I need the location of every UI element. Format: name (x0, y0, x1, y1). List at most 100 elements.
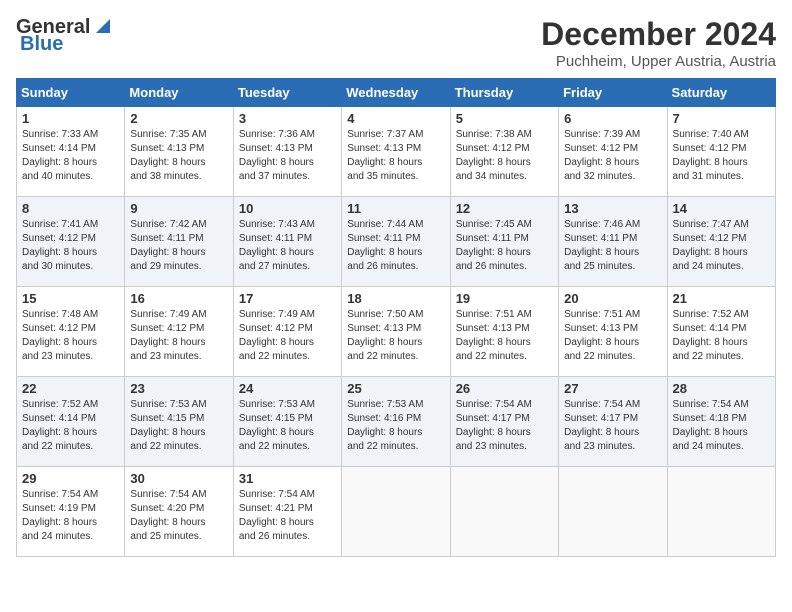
day-number: 26 (456, 381, 553, 396)
daylight-label: Daylight: 8 hours (22, 247, 97, 258)
day-number: 8 (22, 201, 119, 216)
day-cell: 29 Sunrise: 7:54 AM Sunset: 4:19 PM Dayl… (17, 467, 125, 557)
day-number: 22 (22, 381, 119, 396)
day-number: 31 (239, 471, 336, 486)
daylight-label: Daylight: 8 hours (130, 247, 205, 258)
daylight-minutes: and 27 minutes. (239, 261, 310, 272)
daylight-label: Daylight: 8 hours (239, 157, 314, 168)
day-number: 17 (239, 291, 336, 306)
sunset-label: Sunset: 4:11 PM (456, 233, 529, 244)
day-info: Sunrise: 7:45 AM Sunset: 4:11 PM Dayligh… (456, 218, 553, 274)
daylight-label: Daylight: 8 hours (564, 157, 639, 168)
week-row-2: 8 Sunrise: 7:41 AM Sunset: 4:12 PM Dayli… (17, 197, 776, 287)
day-info: Sunrise: 7:40 AM Sunset: 4:12 PM Dayligh… (673, 128, 770, 184)
daylight-minutes: and 35 minutes. (347, 171, 418, 182)
sunrise-label: Sunrise: 7:53 AM (347, 399, 423, 410)
sunrise-label: Sunrise: 7:36 AM (239, 129, 315, 140)
day-number: 9 (130, 201, 227, 216)
daylight-label: Daylight: 8 hours (130, 427, 205, 438)
sunset-label: Sunset: 4:13 PM (347, 323, 421, 334)
day-info: Sunrise: 7:50 AM Sunset: 4:13 PM Dayligh… (347, 308, 444, 364)
daylight-label: Daylight: 8 hours (22, 337, 97, 348)
sunrise-label: Sunrise: 7:42 AM (130, 219, 206, 230)
sunset-label: Sunset: 4:12 PM (239, 323, 313, 334)
month-title: December 2024 (541, 16, 776, 53)
sunset-label: Sunset: 4:13 PM (456, 323, 530, 334)
daylight-label: Daylight: 8 hours (22, 157, 97, 168)
daylight-minutes: and 22 minutes. (347, 351, 418, 362)
sunset-label: Sunset: 4:11 PM (239, 233, 312, 244)
day-cell: 31 Sunrise: 7:54 AM Sunset: 4:21 PM Dayl… (233, 467, 341, 557)
daylight-minutes: and 22 minutes. (130, 441, 201, 452)
daylight-minutes: and 22 minutes. (347, 441, 418, 452)
weekday-header-friday: Friday (559, 79, 667, 107)
day-info: Sunrise: 7:53 AM Sunset: 4:15 PM Dayligh… (130, 398, 227, 454)
sunset-label: Sunset: 4:17 PM (564, 413, 638, 424)
day-cell: 10 Sunrise: 7:43 AM Sunset: 4:11 PM Dayl… (233, 197, 341, 287)
day-info: Sunrise: 7:33 AM Sunset: 4:14 PM Dayligh… (22, 128, 119, 184)
day-number: 30 (130, 471, 227, 486)
sunrise-label: Sunrise: 7:43 AM (239, 219, 315, 230)
logo-blue: Blue (20, 33, 63, 56)
logo: General Blue (16, 16, 114, 56)
day-info: Sunrise: 7:41 AM Sunset: 4:12 PM Dayligh… (22, 218, 119, 274)
daylight-label: Daylight: 8 hours (130, 157, 205, 168)
logo-icon (92, 15, 114, 37)
sunset-label: Sunset: 4:19 PM (22, 503, 96, 514)
day-number: 20 (564, 291, 661, 306)
day-cell: 19 Sunrise: 7:51 AM Sunset: 4:13 PM Dayl… (450, 287, 558, 377)
day-cell: 26 Sunrise: 7:54 AM Sunset: 4:17 PM Dayl… (450, 377, 558, 467)
day-cell: 5 Sunrise: 7:38 AM Sunset: 4:12 PM Dayli… (450, 107, 558, 197)
day-info: Sunrise: 7:37 AM Sunset: 4:13 PM Dayligh… (347, 128, 444, 184)
day-info: Sunrise: 7:54 AM Sunset: 4:17 PM Dayligh… (564, 398, 661, 454)
day-info: Sunrise: 7:51 AM Sunset: 4:13 PM Dayligh… (564, 308, 661, 364)
day-cell: 21 Sunrise: 7:52 AM Sunset: 4:14 PM Dayl… (667, 287, 775, 377)
day-info: Sunrise: 7:46 AM Sunset: 4:11 PM Dayligh… (564, 218, 661, 274)
daylight-minutes: and 24 minutes. (22, 531, 93, 542)
sunset-label: Sunset: 4:13 PM (564, 323, 638, 334)
sunset-label: Sunset: 4:13 PM (239, 143, 313, 154)
daylight-minutes: and 25 minutes. (130, 531, 201, 542)
sunset-label: Sunset: 4:20 PM (130, 503, 204, 514)
sunset-label: Sunset: 4:13 PM (130, 143, 204, 154)
daylight-label: Daylight: 8 hours (564, 337, 639, 348)
daylight-minutes: and 29 minutes. (130, 261, 201, 272)
header: General Blue December 2024 Puchheim, Upp… (16, 16, 776, 70)
title-area: December 2024 Puchheim, Upper Austria, A… (541, 16, 776, 70)
sunrise-label: Sunrise: 7:48 AM (22, 309, 98, 320)
day-cell: 7 Sunrise: 7:40 AM Sunset: 4:12 PM Dayli… (667, 107, 775, 197)
day-number: 7 (673, 111, 770, 126)
day-number: 23 (130, 381, 227, 396)
day-cell (667, 467, 775, 557)
sunset-label: Sunset: 4:14 PM (673, 323, 747, 334)
daylight-label: Daylight: 8 hours (456, 157, 531, 168)
sunset-label: Sunset: 4:12 PM (673, 143, 747, 154)
day-info: Sunrise: 7:38 AM Sunset: 4:12 PM Dayligh… (456, 128, 553, 184)
sunrise-label: Sunrise: 7:53 AM (239, 399, 315, 410)
sunrise-label: Sunrise: 7:54 AM (22, 489, 98, 500)
daylight-label: Daylight: 8 hours (456, 247, 531, 258)
day-info: Sunrise: 7:53 AM Sunset: 4:16 PM Dayligh… (347, 398, 444, 454)
day-info: Sunrise: 7:54 AM Sunset: 4:21 PM Dayligh… (239, 488, 336, 544)
daylight-label: Daylight: 8 hours (130, 337, 205, 348)
day-cell: 1 Sunrise: 7:33 AM Sunset: 4:14 PM Dayli… (17, 107, 125, 197)
weekday-header-row: SundayMondayTuesdayWednesdayThursdayFrid… (17, 79, 776, 107)
sunset-label: Sunset: 4:14 PM (22, 413, 96, 424)
sunrise-label: Sunrise: 7:52 AM (673, 309, 749, 320)
sunrise-label: Sunrise: 7:54 AM (239, 489, 315, 500)
day-number: 4 (347, 111, 444, 126)
sunrise-label: Sunrise: 7:53 AM (130, 399, 206, 410)
day-cell: 13 Sunrise: 7:46 AM Sunset: 4:11 PM Dayl… (559, 197, 667, 287)
sunset-label: Sunset: 4:15 PM (130, 413, 204, 424)
day-cell: 11 Sunrise: 7:44 AM Sunset: 4:11 PM Dayl… (342, 197, 450, 287)
sunrise-label: Sunrise: 7:47 AM (673, 219, 749, 230)
sunset-label: Sunset: 4:16 PM (347, 413, 421, 424)
day-cell: 6 Sunrise: 7:39 AM Sunset: 4:12 PM Dayli… (559, 107, 667, 197)
sunset-label: Sunset: 4:12 PM (456, 143, 530, 154)
calendar: SundayMondayTuesdayWednesdayThursdayFrid… (16, 78, 776, 557)
sunset-label: Sunset: 4:18 PM (673, 413, 747, 424)
daylight-minutes: and 23 minutes. (130, 351, 201, 362)
daylight-label: Daylight: 8 hours (673, 157, 748, 168)
day-cell: 3 Sunrise: 7:36 AM Sunset: 4:13 PM Dayli… (233, 107, 341, 197)
sunrise-label: Sunrise: 7:46 AM (564, 219, 640, 230)
